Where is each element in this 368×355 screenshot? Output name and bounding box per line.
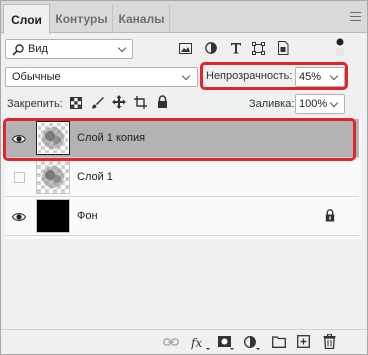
layers-panel: Слои Контуры Каналы Вид Обычные Непрозра… — [0, 0, 368, 355]
filter-label: Вид — [28, 43, 48, 55]
chevron-down-icon — [181, 71, 191, 81]
fill-label: Заливка: — [249, 98, 295, 110]
lock-icon — [325, 209, 335, 222]
type-filter-icon[interactable] — [230, 42, 242, 54]
pixel-filter-icon[interactable] — [179, 43, 192, 54]
selected-layer-highlight — [3, 118, 356, 161]
layer-style-fx-icon[interactable]: fx — [191, 335, 211, 351]
visibility-toggle[interactable] — [5, 197, 33, 236]
lock-image-pixels-icon[interactable] — [91, 96, 104, 109]
visibility-toggle[interactable] — [5, 158, 33, 197]
opacity-highlight — [200, 62, 348, 90]
eye-icon — [12, 212, 26, 221]
tab-paths[interactable]: Контуры — [51, 4, 113, 33]
link-layers-icon[interactable] — [163, 337, 179, 347]
blend-mode-value: Обычные — [12, 71, 61, 83]
svg-text:fx: fx — [191, 336, 202, 350]
filter-toggle-icon[interactable] — [334, 38, 346, 58]
tab-channels[interactable]: Каналы — [114, 4, 170, 33]
adjustment-filter-icon[interactable] — [205, 42, 217, 54]
layer-name[interactable]: Фон — [77, 210, 98, 222]
add-mask-icon[interactable] — [218, 336, 235, 350]
fill-value: 100% — [299, 98, 328, 110]
layer-row-background[interactable]: Фон — [5, 197, 359, 236]
chevron-down-icon — [329, 98, 339, 108]
fill-input[interactable]: 100% — [295, 94, 345, 114]
lock-position-icon[interactable] — [112, 95, 126, 109]
lock-all-icon[interactable] — [157, 95, 168, 109]
layer-thumbnail — [36, 199, 70, 233]
shape-filter-icon[interactable] — [252, 42, 265, 55]
chevron-down-icon — [117, 43, 127, 53]
tab-layers[interactable]: Слои — [3, 4, 50, 34]
layer-thumbnail — [36, 160, 70, 194]
panel-menu-icon[interactable] — [350, 12, 361, 21]
new-layer-icon[interactable] — [297, 335, 310, 348]
layer-row-layer1[interactable]: Слой 1 — [5, 158, 359, 197]
new-group-folder-icon[interactable] — [272, 336, 286, 348]
layers-footer: fx — [1, 329, 367, 354]
layer-filter-select[interactable]: Вид — [5, 39, 133, 59]
tab-bar: Слои Контуры Каналы — [1, 1, 367, 34]
new-adjustment-layer-icon[interactable] — [244, 336, 261, 350]
layer-name[interactable]: Слой 1 — [77, 171, 113, 183]
hidden-visibility-box — [13, 172, 25, 183]
delete-layer-icon[interactable] — [323, 334, 336, 349]
smart-object-filter-icon[interactable] — [277, 41, 289, 55]
search-icon — [12, 44, 24, 56]
lock-label: Закрепить: — [7, 98, 63, 110]
blend-mode-select[interactable]: Обычные — [5, 67, 198, 87]
lock-artboard-icon[interactable] — [134, 96, 147, 109]
lock-transparent-pixels-icon[interactable] — [70, 97, 82, 109]
layer-thumbnail-art — [42, 166, 64, 188]
